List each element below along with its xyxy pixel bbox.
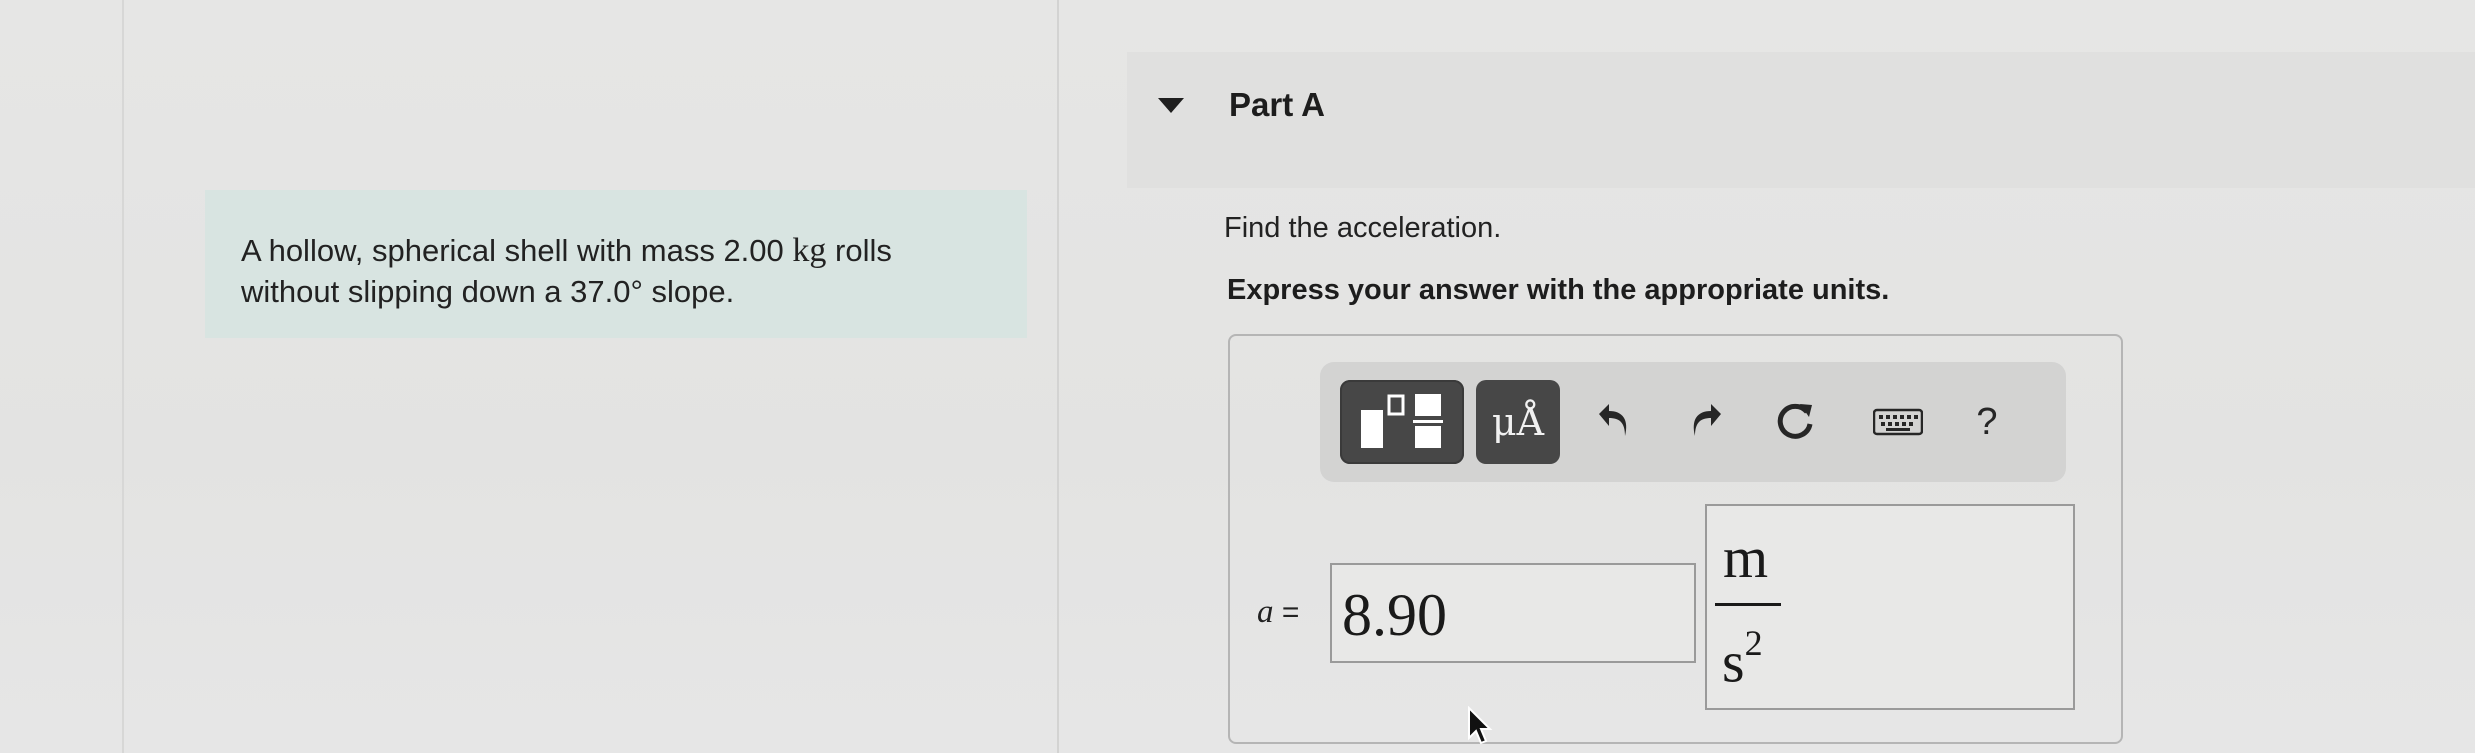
fraction-templates-icon — [1361, 394, 1443, 448]
answer-instruction: Express your answer with the appropriate… — [1227, 274, 1890, 306]
problem-statement: A hollow, spherical shell with mass 2.00… — [205, 190, 1027, 338]
reset-button[interactable] — [1765, 392, 1825, 452]
undo-icon — [1599, 404, 1627, 436]
part-title[interactable]: Part A — [1229, 86, 1325, 124]
left-margin-rule — [122, 0, 124, 753]
problem-text-before: A hollow, spherical shell with mass 2.00 — [241, 233, 793, 268]
keyboard-icon — [1873, 408, 1923, 436]
unit-denominator-base: s — [1722, 629, 1745, 695]
unit-denominator: s2 — [1722, 623, 1763, 695]
question-prompt: Find the acceleration. — [1224, 212, 1502, 244]
unit-numerator: m — [1723, 525, 1769, 590]
help-button[interactable]: ? — [1957, 392, 2017, 452]
unit-fraction-bar — [1715, 603, 1781, 606]
units-button[interactable]: μÅ — [1476, 380, 1560, 464]
redo-button[interactable] — [1675, 392, 1735, 452]
column-divider — [1057, 0, 1059, 753]
mouse-cursor-icon — [1468, 706, 1493, 745]
reset-icon — [1777, 403, 1813, 439]
undo-button[interactable] — [1585, 392, 1645, 452]
collapse-caret-icon[interactable] — [1158, 98, 1184, 113]
problem-unit-kg: kg — [792, 232, 827, 269]
equals-sign: = — [1281, 596, 1300, 629]
answer-value-input[interactable]: 8.90 — [1330, 563, 1696, 663]
keyboard-button[interactable] — [1868, 392, 1928, 452]
part-a-header[interactable] — [1127, 52, 2475, 188]
unit-exponent: 2 — [1744, 623, 1763, 663]
variable-name: a — [1257, 594, 1274, 630]
redo-icon — [1693, 404, 1721, 436]
templates-button[interactable] — [1340, 380, 1464, 464]
variable-label: a = — [1257, 594, 1299, 631]
